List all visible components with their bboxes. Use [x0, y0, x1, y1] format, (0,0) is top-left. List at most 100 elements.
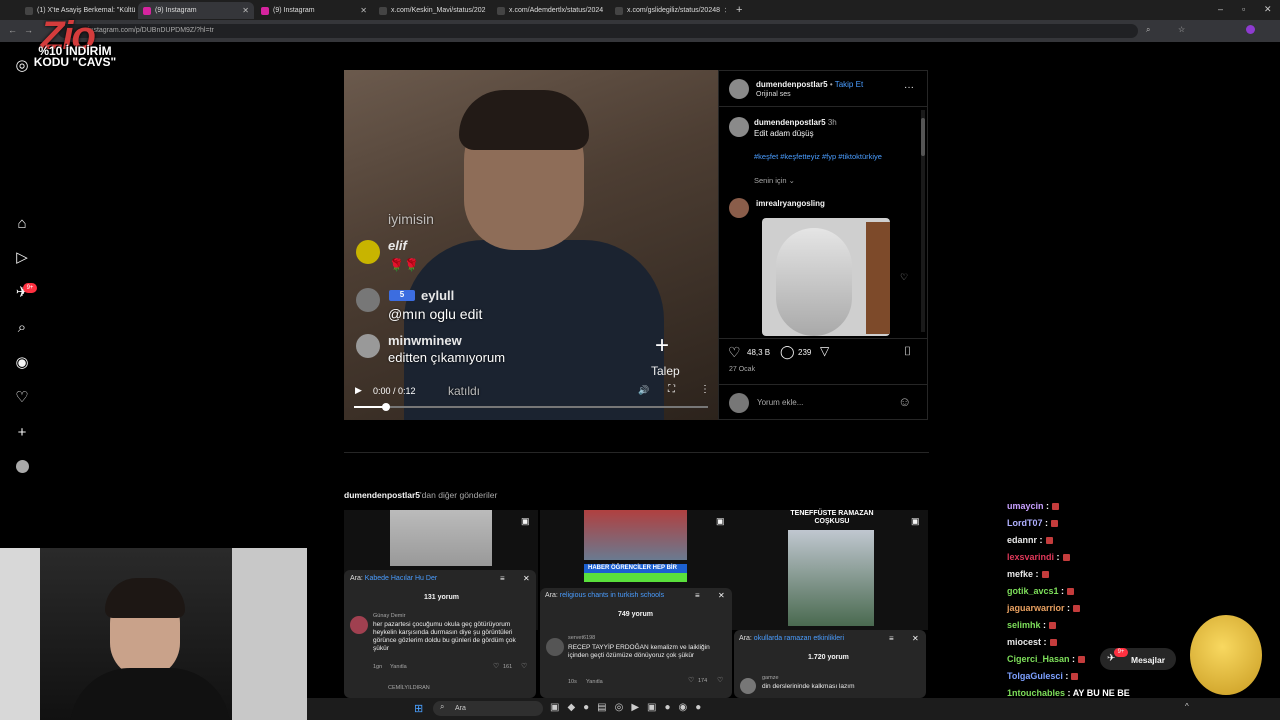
comment-like-icon[interactable]: ♡	[688, 676, 694, 684]
maximize-button[interactable]: ▫	[1242, 4, 1245, 14]
video-overlay-text: elif	[388, 238, 407, 253]
windows-start-icon[interactable]: ⊞	[414, 702, 423, 715]
emoji-icon[interactable]: ☺	[898, 394, 911, 409]
comment-like-icon[interactable]: ♡	[493, 662, 499, 670]
author-avatar[interactable]	[729, 79, 749, 99]
close-icon[interactable]: ✕	[360, 6, 367, 15]
zoom-icon[interactable]: ⌕	[1146, 25, 1150, 35]
taskbar-app-icons[interactable]: ▣◆●▤◎▶▣●◉●	[550, 702, 709, 713]
reels-icon[interactable]: ▷	[14, 250, 30, 266]
commenter-avatar[interactable]	[729, 198, 749, 218]
more-posts-author[interactable]: dumendenpostlar5	[344, 490, 420, 500]
close-icon[interactable]: ✕	[607, 6, 608, 15]
filter-icon[interactable]: ≡	[500, 574, 505, 583]
browser-tab-active[interactable]: (9) Instagram ✕	[138, 2, 254, 19]
x-icon	[25, 6, 33, 15]
caption-author[interactable]: dumendenpostlar5	[754, 118, 826, 127]
audio-label[interactable]: Orijinal ses	[756, 91, 791, 98]
comment-input[interactable]: Yorum ekle...	[757, 398, 803, 407]
chat-username[interactable]: 1ntouchables	[1007, 688, 1065, 698]
close-icon[interactable]: ✕	[242, 6, 249, 15]
chat-username[interactable]: miocest	[1007, 637, 1041, 647]
chat-username[interactable]: TolgaGulesci	[1007, 671, 1063, 681]
comment-icon[interactable]: ◯	[780, 344, 795, 360]
new-tab-button[interactable]: +	[736, 4, 742, 16]
comment-user[interactable]: CEMİLYILDIRAN	[388, 685, 430, 691]
like-icon[interactable]: ♡	[728, 344, 741, 361]
video-seek-handle[interactable]	[381, 403, 390, 411]
bookmark-star-icon[interactable]: ☆	[1178, 25, 1185, 34]
comment-image	[762, 218, 890, 336]
user-avatar	[350, 616, 368, 634]
chat-username[interactable]: lexsvarindi	[1007, 552, 1054, 562]
heart-icon[interactable]: ♡	[14, 390, 30, 406]
close-icon[interactable]: ✕	[724, 6, 726, 15]
close-icon[interactable]: ✕	[912, 634, 919, 643]
save-icon[interactable]: ⌷	[904, 344, 911, 359]
browser-tab[interactable]: (9) Instagram ✕	[256, 2, 372, 19]
comment-count: 1.720 yorum	[808, 654, 849, 661]
comment-user[interactable]: servet6198	[568, 635, 595, 641]
close-icon[interactable]: ✕	[718, 591, 725, 600]
chat-separator: :	[1045, 518, 1049, 528]
video-options-icon[interactable]: ⋮	[700, 384, 710, 395]
fullscreen-icon[interactable]: ⛶	[668, 384, 675, 395]
home-icon[interactable]: ⌂	[14, 216, 30, 232]
minimize-button[interactable]: –	[1218, 4, 1223, 14]
create-icon[interactable]: +	[14, 425, 30, 441]
play-icon[interactable]: ▶	[355, 385, 362, 396]
taskbar-search[interactable]: Ara	[433, 701, 543, 716]
chat-username[interactable]: selimhk	[1007, 620, 1041, 630]
explore-icon[interactable]: ◉	[14, 355, 30, 371]
author-name[interactable]: dumendenpostlar5	[756, 80, 828, 89]
comment-like-icon[interactable]: ♡	[900, 272, 908, 283]
video-seek-bar[interactable]	[354, 406, 708, 408]
talep-label: Talep	[651, 364, 680, 378]
profile-avatar[interactable]	[1246, 25, 1255, 34]
close-window-button[interactable]: ✕	[1264, 4, 1272, 15]
back-icon[interactable]: ←	[8, 25, 17, 35]
hashtags[interactable]: #keşfet #keşfetteyiz #fyp #tiktoktürkiye	[754, 152, 882, 161]
chat-username[interactable]: mefke	[1007, 569, 1033, 579]
share-icon[interactable]: ▽	[820, 344, 829, 358]
chat-username[interactable]: edannr	[1007, 535, 1037, 545]
more-options-icon[interactable]: ···	[904, 82, 914, 93]
popup-search[interactable]: Ara: okullarda ramazan etkinlikleri	[739, 635, 844, 642]
chat-username[interactable]: Cigerci_Hasan	[1007, 654, 1070, 664]
dislike-icon[interactable]: ♡	[521, 662, 527, 670]
reply-button[interactable]: Yanıtla	[586, 679, 603, 685]
volume-icon[interactable]: 🔊	[638, 385, 649, 396]
chat-username[interactable]: LordT07	[1007, 518, 1043, 528]
profile-icon[interactable]	[16, 460, 29, 473]
close-icon[interactable]: ✕	[523, 574, 530, 583]
reply-button[interactable]: Yanıtla	[390, 664, 407, 670]
forward-icon[interactable]: →	[24, 25, 33, 35]
popup-search[interactable]: Ara: Kabede Hacılar Hu Der	[350, 575, 437, 582]
tray-chevron-icon[interactable]: ^	[1185, 702, 1189, 711]
chat-username[interactable]: gotik_avcs1	[1007, 586, 1059, 596]
url-field[interactable]: instagram.com/p/DUBnDUPDM9Z/?hl=tr	[58, 24, 1138, 38]
browser-tab[interactable]: x.com/Ademdertlx/status/2024✕	[492, 2, 608, 19]
commenter-name[interactable]: imrealryangosling	[756, 199, 825, 208]
dislike-icon[interactable]: ♡	[717, 676, 723, 684]
scrollbar-thumb[interactable]	[921, 118, 925, 156]
caption-text: Edit adam düşüş	[754, 129, 814, 138]
filter-icon[interactable]: ≡	[695, 591, 700, 600]
browser-tab[interactable]: x.com/Keskin_Mavi/status/202✕	[374, 2, 490, 19]
chat-username[interactable]: umaycin	[1007, 501, 1044, 511]
search-icon[interactable]: ⌕	[14, 320, 30, 336]
comment-user[interactable]: Günay Demir	[373, 613, 405, 619]
caption-avatar[interactable]	[729, 117, 749, 137]
follow-button[interactable]: Takip Et	[835, 80, 863, 89]
filter-icon[interactable]: ≡	[889, 634, 894, 643]
emote-icon	[1078, 656, 1086, 664]
chat-message: mefke :	[1007, 569, 1049, 579]
comment-user[interactable]: gamze	[762, 675, 779, 681]
instagram-logo-icon[interactable]: ◎	[14, 58, 30, 74]
post-thumbnail[interactable]	[734, 510, 928, 630]
chat-username[interactable]: jaguarwarrior	[1007, 603, 1065, 613]
browser-tab[interactable]: x.com/gslidegiliz/status/20248✕	[610, 2, 726, 19]
for-you-dropdown[interactable]: Senin için ⌄	[754, 176, 795, 185]
popup-search[interactable]: Ara: religious chants in turkish schools	[545, 592, 664, 599]
video-overlay-text: katıldı	[448, 384, 481, 398]
